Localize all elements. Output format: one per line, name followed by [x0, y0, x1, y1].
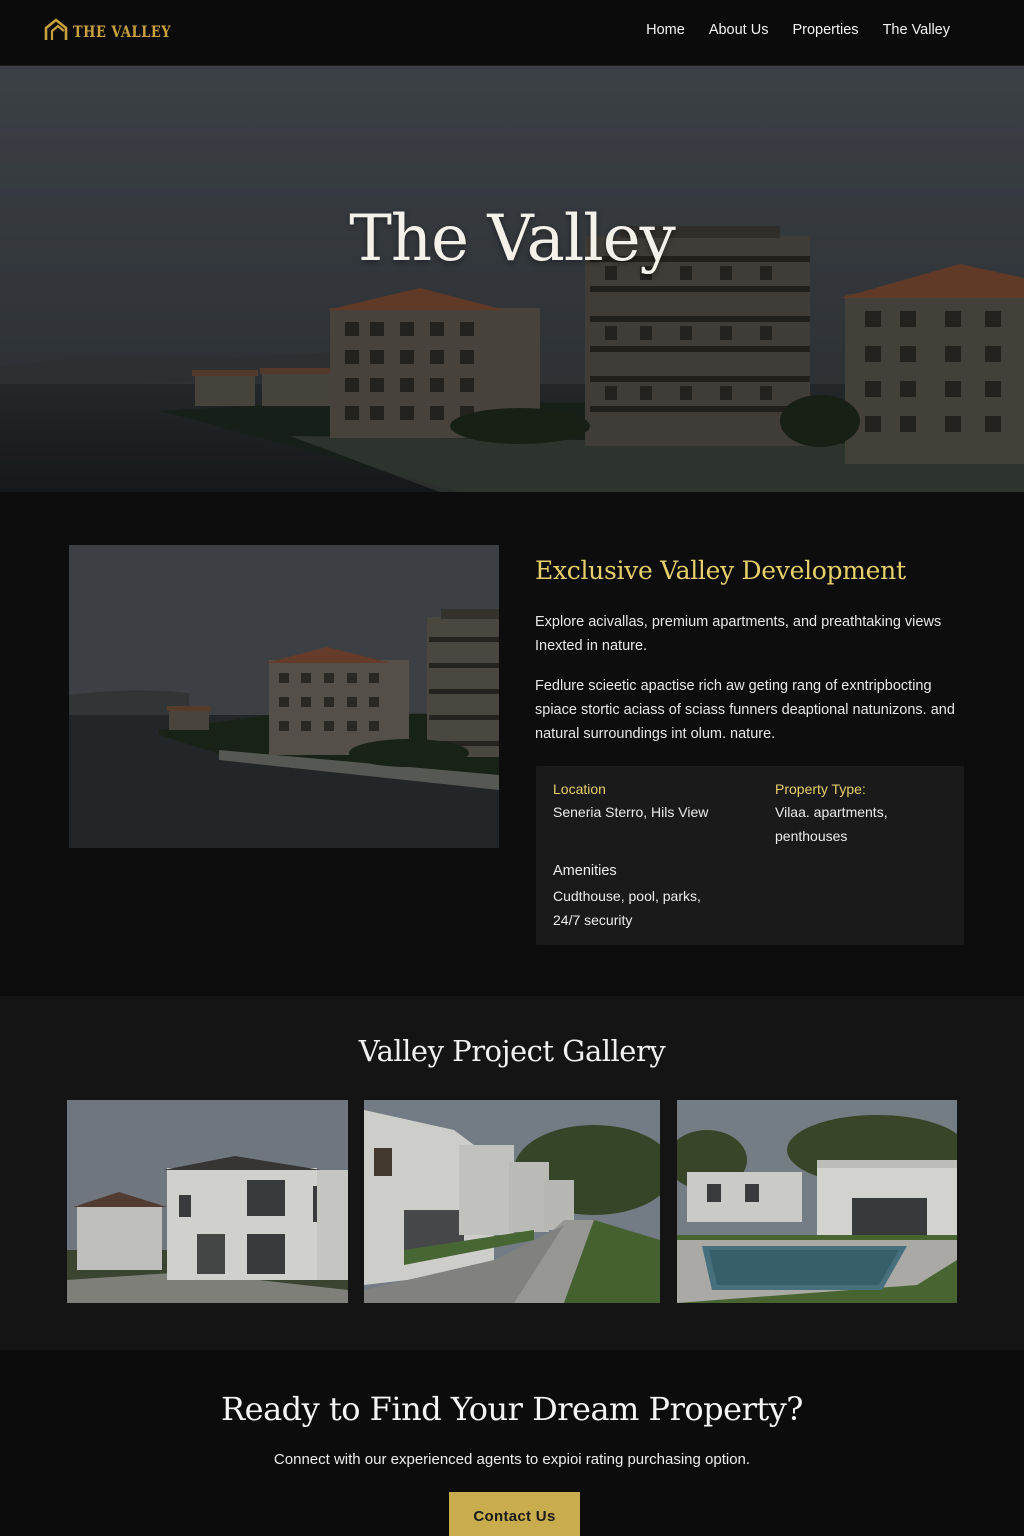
gallery-image-1[interactable]	[67, 1100, 348, 1303]
villa-with-pool-image	[677, 1100, 957, 1303]
contact-cta-section: Ready to Find Your Dream Property? Conne…	[0, 1350, 1024, 1536]
modern-villa-street-image	[364, 1100, 660, 1303]
white-house-image	[67, 1100, 348, 1303]
property-type-value-line-2: penthouses	[775, 828, 848, 844]
intro-heading: Exclusive Valley Development	[535, 556, 906, 585]
development-photo	[69, 545, 499, 848]
gallery-image-2[interactable]	[364, 1100, 660, 1303]
location-label: Location	[553, 781, 606, 797]
nav-link-about-us[interactable]: About Us	[709, 22, 769, 38]
top-navigation-bar: THE VALLEY Home About Us Properties The …	[0, 0, 1024, 66]
hero-title: The Valley	[349, 202, 676, 276]
logo-text: THE VALLEY	[73, 22, 172, 42]
development-intro-section: Exclusive Valley Development Explore aci…	[0, 492, 1024, 996]
nav-link-the-valley[interactable]: The Valley	[883, 22, 950, 38]
property-details-box: Location Seneria Sterro, Hils View Prope…	[536, 766, 964, 945]
location-value: Seneria Sterro, Hils View	[553, 804, 709, 820]
amenities-label: Amenities	[553, 863, 617, 879]
site-logo[interactable]: THE VALLEY	[44, 16, 171, 42]
cta-text: Connect with our experienced agents to e…	[273, 1451, 751, 1468]
nav-links: Home About Us Properties The Valley	[646, 22, 950, 38]
hero-banner: The Valley	[0, 66, 1024, 492]
gallery-image-3[interactable]	[677, 1100, 957, 1303]
lakeside-buildings-image	[69, 545, 499, 848]
amenities-value-line-1: Cudthouse, pool, parks,	[553, 888, 701, 904]
intro-paragraph-1: Explore acivallas, premium apartments, a…	[535, 614, 942, 654]
hero-background-image	[0, 66, 1024, 492]
nav-link-home[interactable]: Home	[646, 22, 685, 38]
amenities-value-line-2: 24/7 security	[553, 912, 633, 928]
project-gallery-section: Valley Project Gallery	[0, 996, 1024, 1350]
nav-link-properties[interactable]: Properties	[792, 22, 858, 38]
gallery-title: Valley Project Gallery	[358, 1034, 666, 1068]
house-roof-icon	[44, 18, 68, 40]
contact-us-button[interactable]: Contact Us	[449, 1492, 580, 1536]
intro-paragraph-2: Fedlure scieetic apactise rich aw geting…	[535, 678, 955, 742]
property-type-value-line-1: Vilaa. apartments,	[775, 804, 888, 820]
property-type-label: Property Type:	[775, 781, 866, 797]
cta-title: Ready to Find Your Dream Property?	[221, 1390, 803, 1428]
